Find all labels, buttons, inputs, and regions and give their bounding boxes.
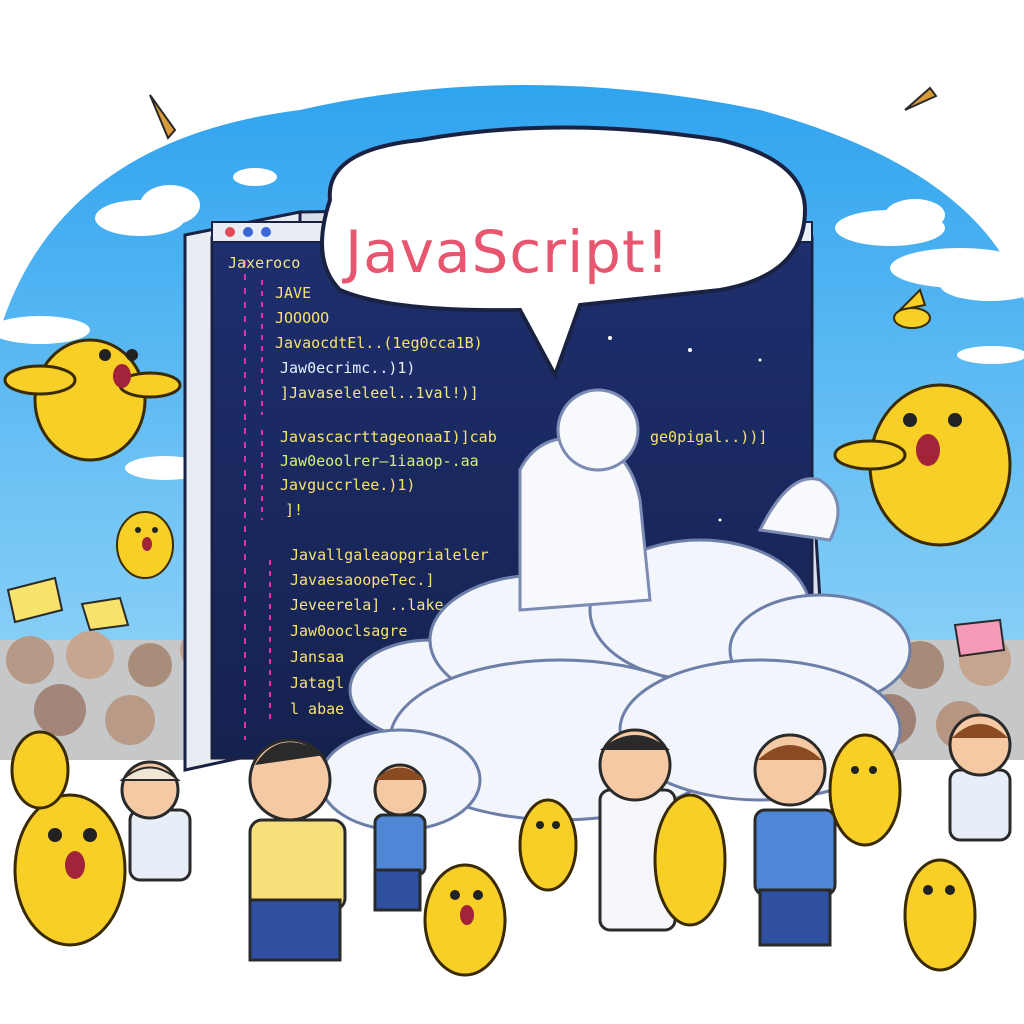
code-line: Jaw0eoolrer—1iaaop-.aa [280, 452, 479, 470]
code-line: Javguccrlee.)1) [280, 476, 415, 494]
cartoon-scene: Jaxeroco JAVE JOOOOO JavaocdtEl..(1eg0cc… [0, 0, 1024, 1024]
code-line: JavaocdtEl..(1eg0cca1B) [275, 334, 483, 352]
code-line: Jaw0ecrimc..)1) [280, 359, 415, 377]
code-line: Jansaa [290, 648, 344, 666]
foreground-creature-small [518, 798, 578, 892]
code-line: JavascacrttageonaaI)]cab [280, 428, 497, 446]
speech-bubble-text: JavaScript! [342, 218, 670, 286]
window-minimize-button[interactable] [243, 227, 253, 237]
code-line: JavaesaoopeTec.] [290, 571, 435, 589]
person-blue-shirt-right [753, 733, 837, 947]
code-line: ]Javaseleleel..1val!)] [280, 384, 479, 402]
foreground-creature-left [10, 730, 127, 947]
person-blue-shirt [373, 763, 427, 912]
window-close-button[interactable] [225, 227, 235, 237]
code-line: Javallgaleaopgrialeler [290, 546, 489, 564]
person-cap-left [119, 760, 192, 882]
scene-illustration: Jaxeroco JAVE JOOOOO JavaocdtEl..(1eg0cc… [0, 85, 1024, 977]
code-line-overflow: ge0pigal..))] [650, 428, 767, 446]
code-line: Jaw0ooclsagre [290, 622, 407, 640]
foreground-creature-center [423, 863, 507, 977]
code-line: l abae [290, 700, 344, 718]
window-maximize-button[interactable] [261, 227, 271, 237]
code-line: ]! [285, 501, 303, 519]
code-line: JAVE [275, 284, 311, 302]
code-line: Jaxeroco [228, 254, 300, 272]
person-far-right [948, 713, 1012, 842]
code-line: JOOOOO [275, 309, 329, 327]
foreground-creature-carried [653, 793, 727, 927]
code-line: Jatagl [290, 674, 344, 692]
creature-small [116, 511, 174, 579]
code-line: Jeveerela] ..lake [290, 596, 444, 614]
foreground-creature-right [828, 733, 977, 972]
person-yellow-shirt [248, 738, 347, 962]
